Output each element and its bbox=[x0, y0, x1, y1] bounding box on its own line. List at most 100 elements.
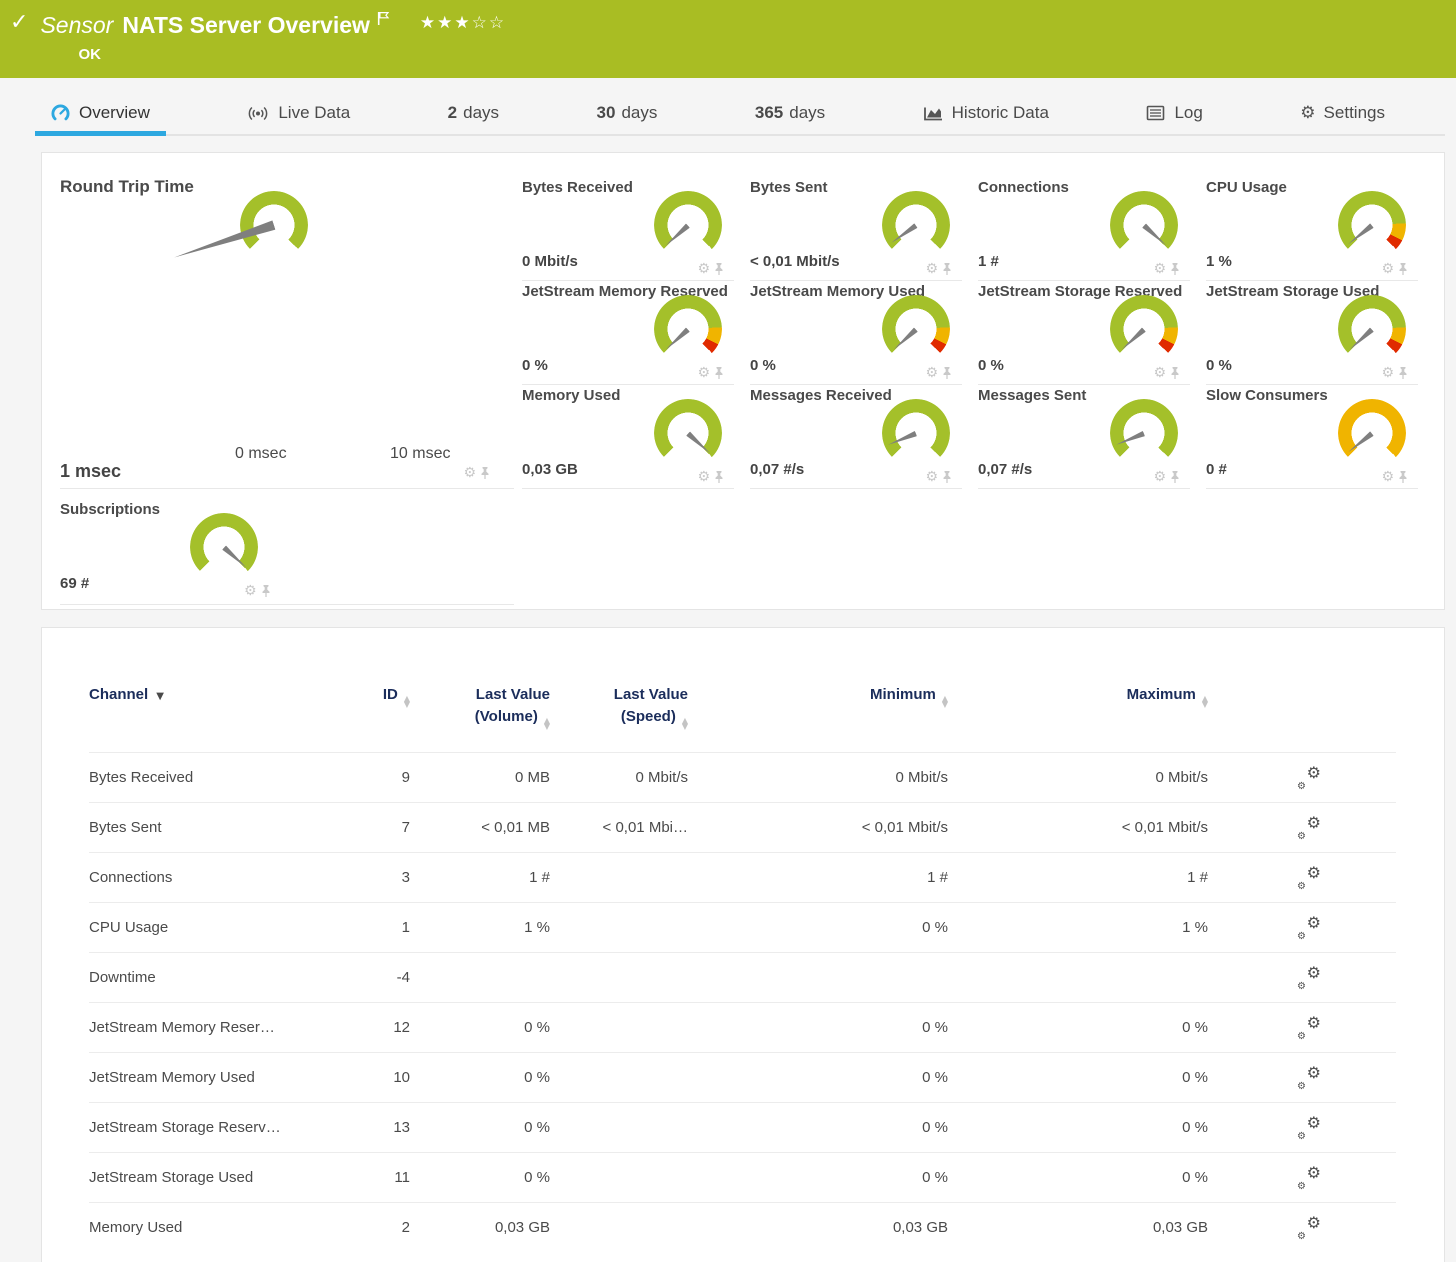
cell-last-value-volume: 0 MB bbox=[424, 769, 564, 786]
row-settings-button[interactable]: ⚙⚙ bbox=[1222, 866, 1396, 890]
table-row[interactable]: Connections 3 1 # 1 # 1 # ⚙⚙ bbox=[89, 852, 1396, 902]
gear-icon[interactable]: ⚙ bbox=[1153, 470, 1166, 484]
gauge-tile[interactable]: JetStream Memory Reserved 0 % ⚙ bbox=[522, 281, 734, 385]
col-header-id[interactable]: ID▲▼ bbox=[344, 684, 424, 707]
row-settings-button[interactable]: ⚙⚙ bbox=[1222, 916, 1396, 940]
gauge-tile[interactable]: JetStream Memory Used 0 % ⚙ bbox=[750, 281, 962, 385]
pin-icon[interactable] bbox=[714, 262, 724, 276]
gauge-value: < 0,01 Mbit/s bbox=[750, 253, 840, 270]
gear-icon[interactable]: ⚙ bbox=[1381, 262, 1394, 276]
flag-icon[interactable] bbox=[377, 11, 390, 26]
row-settings-button[interactable]: ⚙⚙ bbox=[1222, 966, 1396, 990]
col-header-label: ID bbox=[383, 686, 398, 703]
col-header-maximum[interactable]: Maximum ▲▼ bbox=[962, 684, 1222, 707]
table-row[interactable]: JetStream Memory Used 10 0 % 0 % 0 % ⚙⚙ bbox=[89, 1052, 1396, 1102]
tab-log[interactable]: Log bbox=[1136, 92, 1212, 134]
cell-minimum: 0 % bbox=[702, 919, 962, 936]
pin-icon[interactable] bbox=[1170, 262, 1180, 276]
pin-icon[interactable] bbox=[1170, 366, 1180, 380]
gauge-title: Subscriptions bbox=[60, 501, 514, 518]
table-row[interactable]: Bytes Sent 7 < 0,01 MB < 0,01 Mbi… < 0,0… bbox=[89, 802, 1396, 852]
pin-icon[interactable] bbox=[480, 466, 490, 480]
cell-minimum: < 0,01 Mbit/s bbox=[702, 819, 962, 836]
gear-icon[interactable]: ⚙ bbox=[925, 262, 938, 276]
gauge-value: 0 % bbox=[1206, 357, 1232, 374]
gauge-tile[interactable]: CPU Usage 1 % ⚙ bbox=[1206, 177, 1418, 281]
sensor-title: NATS Server Overview bbox=[122, 10, 370, 40]
tab-2-days[interactable]: 2 days bbox=[438, 92, 509, 134]
cell-channel: Bytes Received bbox=[89, 769, 344, 786]
gear-icon[interactable]: ⚙ bbox=[1381, 470, 1394, 484]
gauge-tile[interactable]: Messages Received 0,07 #/s ⚙ bbox=[750, 385, 962, 489]
pin-icon[interactable] bbox=[942, 366, 952, 380]
round-trip-time-tile[interactable]: Round Trip Time 0 msec 10 msec 1 msec ⚙ bbox=[60, 177, 514, 489]
pin-icon[interactable] bbox=[261, 584, 271, 598]
pin-icon[interactable] bbox=[714, 470, 724, 484]
row-settings-button[interactable]: ⚙⚙ bbox=[1222, 1066, 1396, 1090]
gear-icon[interactable]: ⚙ bbox=[697, 470, 710, 484]
table-row[interactable]: JetStream Storage Reserv… 13 0 % 0 % 0 %… bbox=[89, 1102, 1396, 1152]
gauge-tile[interactable]: Messages Sent 0,07 #/s ⚙ bbox=[978, 385, 1190, 489]
table-row[interactable]: Downtime -4 ⚙⚙ bbox=[89, 952, 1396, 1002]
tab-overview[interactable]: Overview bbox=[41, 92, 160, 134]
gauge-tile[interactable]: JetStream Storage Used 0 % ⚙ bbox=[1206, 281, 1418, 385]
col-header-last-value-volume[interactable]: Last Value (Volume)▲▼ bbox=[424, 684, 564, 729]
cell-minimum: 0 Mbit/s bbox=[702, 769, 962, 786]
gauge-value: 0,07 #/s bbox=[750, 461, 804, 478]
gauge bbox=[882, 191, 950, 259]
priority-stars[interactable]: ★★★☆☆ bbox=[420, 8, 506, 38]
gear-icon[interactable]: ⚙ bbox=[1153, 366, 1166, 380]
col-header-last-value-speed[interactable]: Last Value (Speed)▲▼ bbox=[564, 684, 702, 729]
table-row[interactable]: Bytes Received 9 0 MB 0 Mbit/s 0 Mbit/s … bbox=[89, 752, 1396, 802]
gear-icon[interactable]: ⚙ bbox=[925, 470, 938, 484]
gears-icon: ⚙⚙ bbox=[1297, 1216, 1321, 1240]
pin-icon[interactable] bbox=[1398, 470, 1408, 484]
tab-live-data[interactable]: Live Data bbox=[237, 92, 360, 134]
gear-icon[interactable]: ⚙ bbox=[1381, 366, 1394, 380]
gear-icon[interactable]: ⚙ bbox=[925, 366, 938, 380]
row-settings-button[interactable]: ⚙⚙ bbox=[1222, 1166, 1396, 1190]
pin-icon[interactable] bbox=[942, 262, 952, 276]
row-settings-button[interactable]: ⚙⚙ bbox=[1222, 1016, 1396, 1040]
gauge-tile[interactable]: Connections 1 # ⚙ bbox=[978, 177, 1190, 281]
pin-icon[interactable] bbox=[942, 470, 952, 484]
col-header-channel[interactable]: Channel▼ bbox=[89, 684, 344, 708]
col-header-label: Maximum bbox=[1127, 686, 1196, 703]
table-row[interactable]: JetStream Storage Used 11 0 % 0 % 0 % ⚙⚙ bbox=[89, 1152, 1396, 1202]
gears-icon: ⚙⚙ bbox=[1297, 916, 1321, 940]
sort-icon: ▲▼ bbox=[1202, 696, 1208, 707]
table-header-row: Channel▼ ID▲▼ Last Value (Volume)▲▼ Last… bbox=[89, 684, 1396, 752]
row-settings-button[interactable]: ⚙⚙ bbox=[1222, 1116, 1396, 1140]
row-settings-button[interactable]: ⚙⚙ bbox=[1222, 816, 1396, 840]
row-settings-button[interactable]: ⚙⚙ bbox=[1222, 1216, 1396, 1240]
tab-365-days[interactable]: 365 days bbox=[745, 92, 835, 134]
row-settings-button[interactable]: ⚙⚙ bbox=[1222, 766, 1396, 790]
table-row[interactable]: Memory Used 2 0,03 GB 0,03 GB 0,03 GB ⚙⚙ bbox=[89, 1202, 1396, 1252]
col-header-label: Last Value bbox=[614, 686, 688, 703]
gauge-value: 1 % bbox=[1206, 253, 1232, 270]
tab-settings[interactable]: ⚙ Settings bbox=[1290, 92, 1395, 134]
gauge bbox=[654, 295, 722, 363]
gauge-arc bbox=[882, 191, 950, 259]
subscriptions-tile[interactable]: Subscriptions 69 # ⚙ bbox=[60, 489, 514, 605]
gear-icon[interactable]: ⚙ bbox=[1153, 262, 1166, 276]
gauge-tile[interactable]: Bytes Received 0 Mbit/s ⚙ bbox=[522, 177, 734, 281]
gear-icon[interactable]: ⚙ bbox=[463, 466, 476, 480]
gauge bbox=[1110, 399, 1178, 467]
pin-icon[interactable] bbox=[1398, 366, 1408, 380]
table-row[interactable]: CPU Usage 1 1 % 0 % 1 % ⚙⚙ bbox=[89, 902, 1396, 952]
pin-icon[interactable] bbox=[1170, 470, 1180, 484]
tab-30-days[interactable]: 30 days bbox=[587, 92, 668, 134]
gear-icon[interactable]: ⚙ bbox=[697, 366, 710, 380]
table-row[interactable]: JetStream Memory Reser… 12 0 % 0 % 0 % ⚙… bbox=[89, 1002, 1396, 1052]
gauge-tile[interactable]: Bytes Sent < 0,01 Mbit/s ⚙ bbox=[750, 177, 962, 281]
gear-icon[interactable]: ⚙ bbox=[697, 262, 710, 276]
gauge-tile[interactable]: Memory Used 0,03 GB ⚙ bbox=[522, 385, 734, 489]
gauge-tile[interactable]: Slow Consumers 0 # ⚙ bbox=[1206, 385, 1418, 489]
pin-icon[interactable] bbox=[714, 366, 724, 380]
pin-icon[interactable] bbox=[1398, 262, 1408, 276]
gauge-tile[interactable]: JetStream Storage Reserved 0 % ⚙ bbox=[978, 281, 1190, 385]
tab-historic-data[interactable]: Historic Data bbox=[913, 92, 1059, 134]
gear-icon[interactable]: ⚙ bbox=[244, 584, 257, 598]
col-header-minimum[interactable]: Minimum▲▼ bbox=[702, 684, 962, 707]
